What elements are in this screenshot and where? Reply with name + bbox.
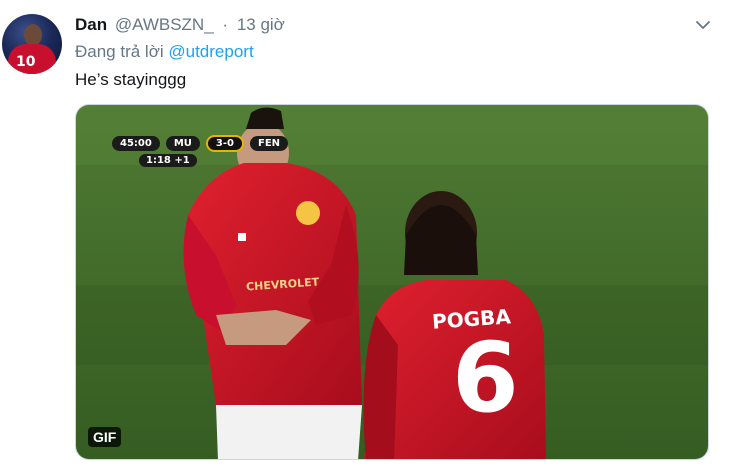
header-separator: · — [222, 15, 229, 34]
jersey-number: 6 — [452, 322, 519, 434]
match-clock: 45:00 — [112, 135, 160, 151]
tweet-text: He’s stayinggg — [75, 70, 187, 89]
reply-mention-link[interactable]: @utdreport — [168, 42, 253, 61]
reply-prefix: Đang trả lời — [75, 42, 164, 61]
more-options-button[interactable] — [694, 18, 712, 32]
reply-context: Đang trả lời @utdreport — [75, 41, 254, 63]
match-score: 3-0 — [205, 134, 244, 152]
tweet-header: Dan @AWBSZN_ · 13 giờ — [75, 14, 285, 36]
home-team: MU — [165, 135, 200, 151]
avatar-head-shape — [24, 24, 42, 46]
added-time: 1:18 +1 — [139, 154, 197, 167]
author-handle[interactable]: @AWBSZN_ — [115, 15, 214, 34]
avatar-jersey-number: 10 — [16, 54, 36, 70]
gif-badge: GIF — [88, 427, 122, 447]
chevron-down-icon — [696, 20, 710, 29]
avatar[interactable]: 10 — [2, 14, 62, 74]
tweet[interactable]: 10 Dan @AWBSZN_ · 13 giờ Đang trả lời @u… — [0, 0, 734, 469]
away-team: FEN — [250, 135, 289, 151]
author-name[interactable]: Dan — [75, 15, 107, 34]
scoreboard: 45:00 MU 3-0 FEN — [112, 133, 289, 153]
tweet-timestamp[interactable]: 13 giờ — [237, 15, 285, 34]
